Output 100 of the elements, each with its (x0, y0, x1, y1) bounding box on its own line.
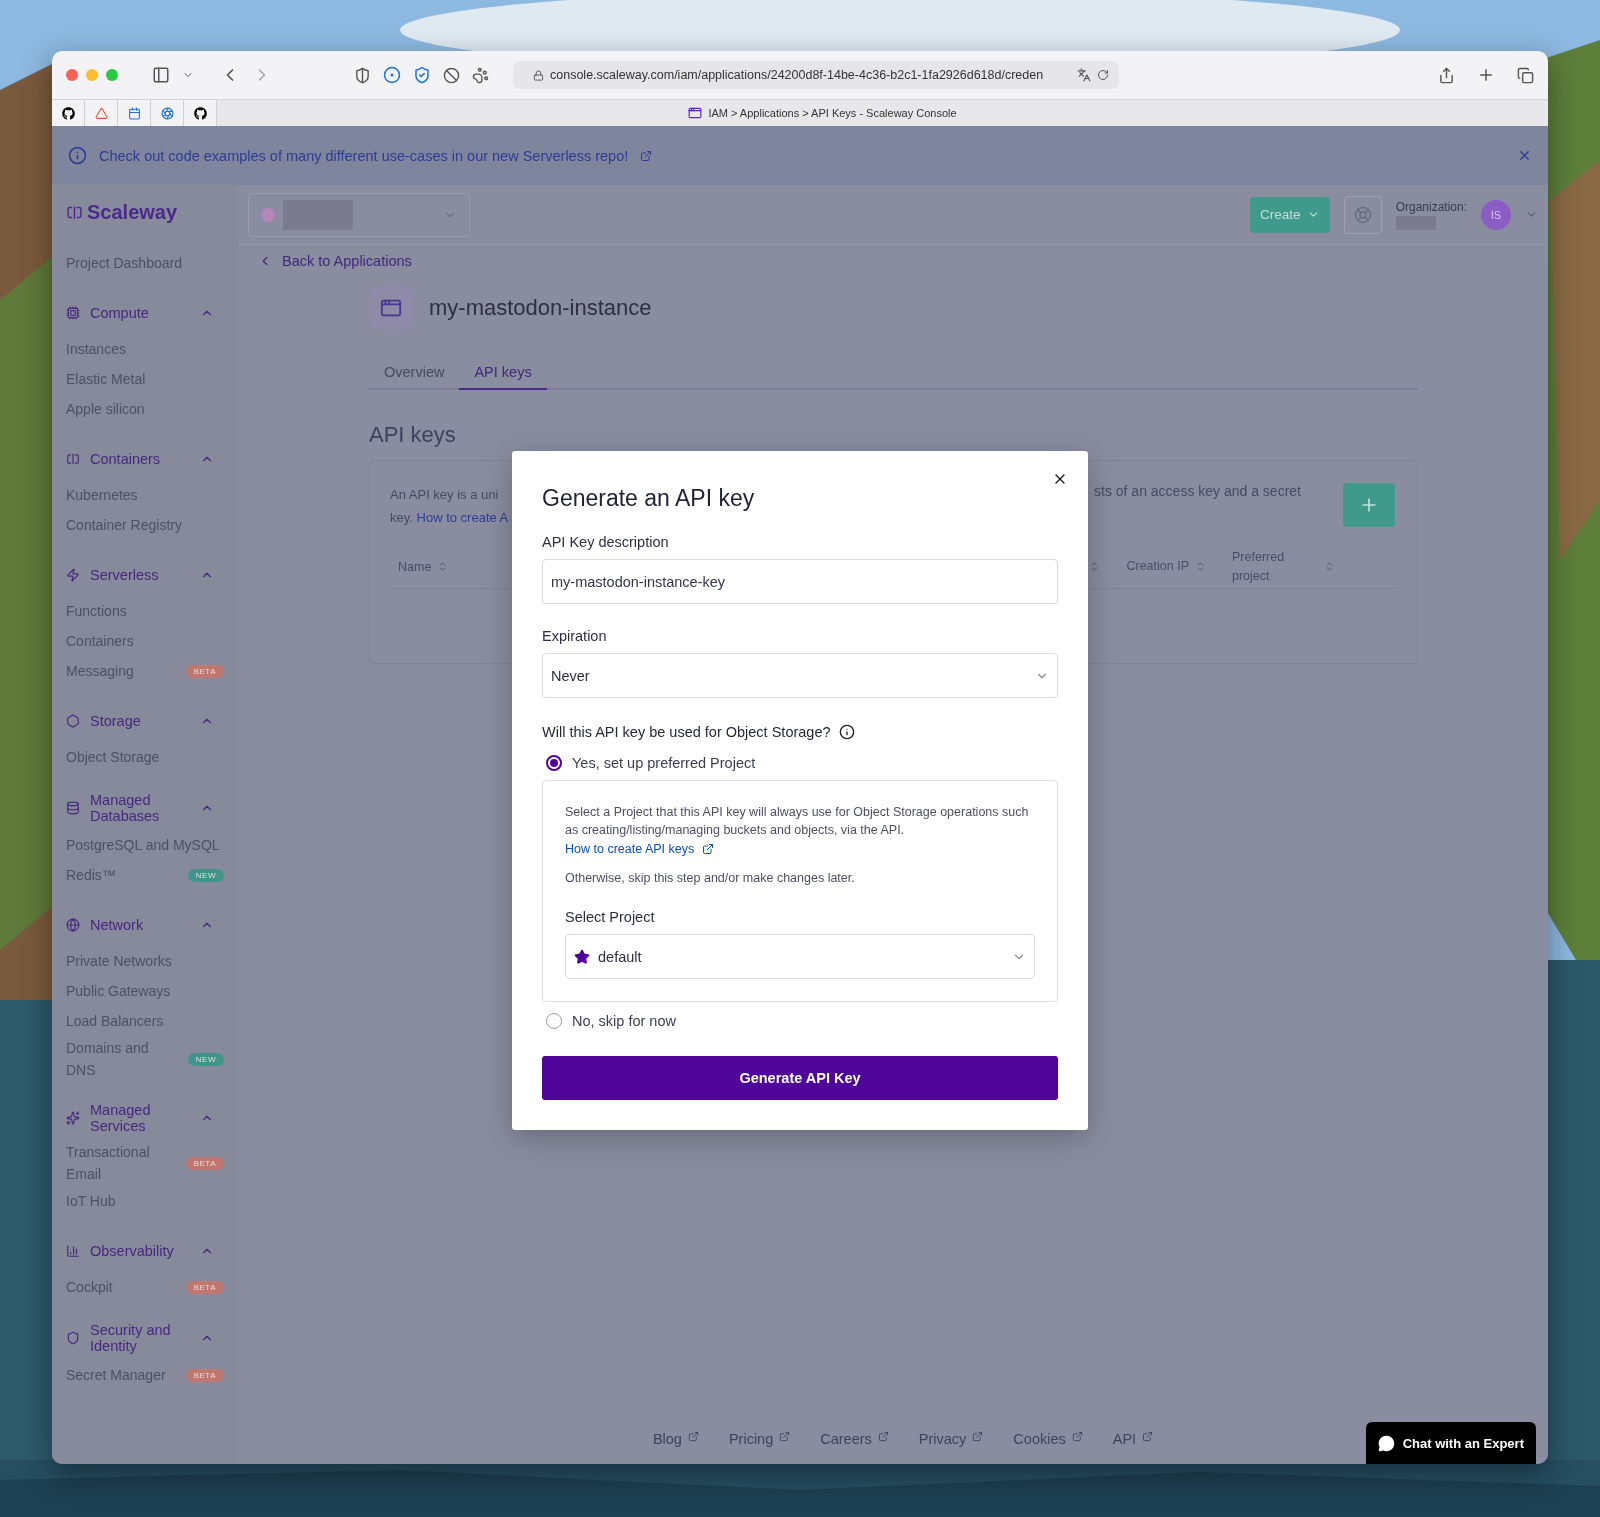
github-tab-icon[interactable] (184, 100, 217, 126)
shield-icon (66, 1331, 80, 1345)
sidebar-group-title[interactable]: Containers (90, 451, 190, 467)
sidebar-item[interactable]: Container Registry (66, 514, 182, 536)
sidebar-item[interactable]: Transactional Email (66, 1141, 178, 1185)
sidebar-item[interactable]: PostgreSQL and MySQL (66, 834, 220, 856)
project-select[interactable]: default (565, 934, 1035, 979)
app-tab-icon (688, 106, 703, 120)
sidebar-item[interactable]: Instances (66, 338, 126, 360)
calendar-tab-icon[interactable] (118, 100, 151, 126)
reload-icon[interactable] (1097, 69, 1109, 81)
field-label: API Key description (542, 534, 670, 550)
bar-chart-icon (66, 1244, 80, 1258)
description-field[interactable]: my-mastodon-instance-key (542, 559, 1058, 604)
sidebar-group-title[interactable]: Security and Identity (90, 1322, 190, 1354)
footer-link[interactable]: Blog (652, 1431, 699, 1447)
footer-link[interactable]: API (1112, 1431, 1154, 1447)
blocked-icon[interactable] (443, 66, 460, 84)
translate-icon[interactable] (1077, 68, 1091, 82)
sidebar-item[interactable]: Secret Manager (66, 1364, 166, 1386)
note-text: Otherwise, skip this step and/or make changes later. (565, 871, 856, 885)
help-link[interactable]: How to create A (416, 510, 509, 525)
sidebar-item[interactable]: Load Balancers (66, 1010, 164, 1032)
field-label: Select Project (565, 909, 656, 925)
sidebar-item[interactable]: Cockpit (66, 1276, 113, 1298)
sidebar-item[interactable]: Containers (66, 630, 134, 652)
footer-link[interactable]: Privacy (918, 1431, 984, 1447)
expiration-select[interactable]: Never (542, 653, 1058, 698)
sidebar-item[interactable]: IoT Hub (66, 1190, 116, 1212)
paw-icon[interactable] (472, 66, 489, 84)
lifebuoy-icon (1353, 205, 1372, 224)
sidebar-group-title[interactable]: Managed Databases (90, 792, 190, 824)
radio-option[interactable]: No, skip for now (542, 1006, 1058, 1036)
sort-icon (1195, 561, 1206, 572)
radio-option[interactable]: Yes, set up preferred Project (542, 748, 1058, 778)
status-tag: BETA (185, 664, 224, 678)
half-shield-icon[interactable] (354, 66, 371, 84)
footer-link[interactable]: Careers (820, 1431, 889, 1447)
sidebar-item[interactable]: Functions (66, 600, 127, 622)
organization-label: Organization: (1395, 199, 1467, 214)
radio-icon[interactable] (546, 755, 562, 771)
banner-link[interactable]: Check out code examples of many different use-cases in our new Serverless repo! (99, 147, 629, 164)
avatar[interactable]: IS (1481, 199, 1511, 230)
sidebar-item[interactable]: Kubernetes (66, 484, 138, 506)
close-window-button[interactable] (66, 69, 78, 81)
column-header[interactable]: Creation IP (1118, 557, 1206, 576)
chat-button[interactable]: Chat with an Expert (1365, 1422, 1536, 1464)
project-dot-icon (261, 207, 275, 222)
info-icon[interactable] (838, 724, 855, 740)
column-header[interactable]: Preferred project (1224, 547, 1335, 586)
aperture-tab-icon[interactable] (151, 100, 184, 126)
sidebar-item[interactable]: Public Gateways (66, 980, 171, 1002)
chip-icon (66, 306, 80, 320)
sidebar-toggle-icon[interactable] (152, 66, 170, 84)
address-bar[interactable]: console.scaleway.com/iam/applications/24200d8f-14be-4c36-b2c1-1fa2926d618d/creden (513, 61, 1119, 89)
sidebar-item[interactable]: Apple silicon (66, 398, 145, 420)
footer-link[interactable]: Cookies (1013, 1431, 1083, 1447)
sidebar-item[interactable]: Redis™ (66, 864, 116, 886)
sidebar-group-title[interactable]: Network (90, 917, 190, 933)
sidebar-item[interactable]: Private Networks (66, 950, 172, 972)
sidebar-group-title[interactable]: Compute (90, 305, 190, 321)
globe-icon (66, 918, 80, 932)
github-tab-icon[interactable] (52, 100, 85, 126)
footer-link[interactable]: Pricing (728, 1431, 791, 1447)
external-link-icon (877, 1431, 889, 1442)
create-button[interactable]: Create (1250, 196, 1330, 233)
sidebar-item[interactable]: Project Dashboard (66, 252, 182, 274)
tab[interactable]: Overview (369, 356, 460, 390)
new-tab-icon[interactable] (1477, 66, 1495, 84)
status-tag: BETA (185, 1368, 224, 1382)
field-label: Expiration (542, 628, 608, 644)
sidebar-item[interactable]: Messaging (66, 660, 134, 682)
zoom-window-button[interactable] (106, 69, 118, 81)
sidebar-group-title[interactable]: Managed Services (90, 1102, 190, 1134)
generate-button[interactable]: Generate API Key (542, 1056, 1058, 1100)
application-icon (369, 286, 413, 330)
brand-name[interactable]: Scaleway (87, 201, 178, 224)
sidebar-group-title[interactable]: Serverless (90, 567, 190, 583)
bolt-icon (66, 568, 80, 582)
back-link[interactable]: Back to Applications (258, 253, 412, 269)
sidebar-group-title[interactable]: Observability (90, 1243, 190, 1259)
share-icon[interactable] (1438, 66, 1455, 84)
external-link-icon (1142, 1431, 1154, 1442)
tab-title[interactable]: IAM > Applications > API Keys - Scaleway Console (708, 107, 957, 119)
external-link-icon (779, 1431, 791, 1442)
status-tag: NEW (187, 868, 224, 882)
shield-check-icon[interactable] (413, 66, 431, 84)
sidebar-item[interactable]: Domains and DNS (66, 1037, 178, 1081)
sort-icon (1324, 561, 1335, 572)
logo-icon (66, 204, 83, 221)
tab[interactable]: API keys (459, 356, 547, 390)
support-button[interactable] (1343, 195, 1382, 234)
tabs-icon[interactable] (1517, 66, 1534, 84)
help-link[interactable]: How to create API keys (565, 842, 715, 856)
column-header[interactable]: Name (390, 559, 449, 574)
sidebar-item[interactable]: Object Storage (66, 746, 160, 768)
info-icon (68, 146, 87, 165)
sidebar-item[interactable]: Elastic Metal (66, 368, 146, 390)
sidebar-group-title[interactable]: Storage (90, 713, 190, 729)
external-link-icon (687, 1431, 699, 1442)
